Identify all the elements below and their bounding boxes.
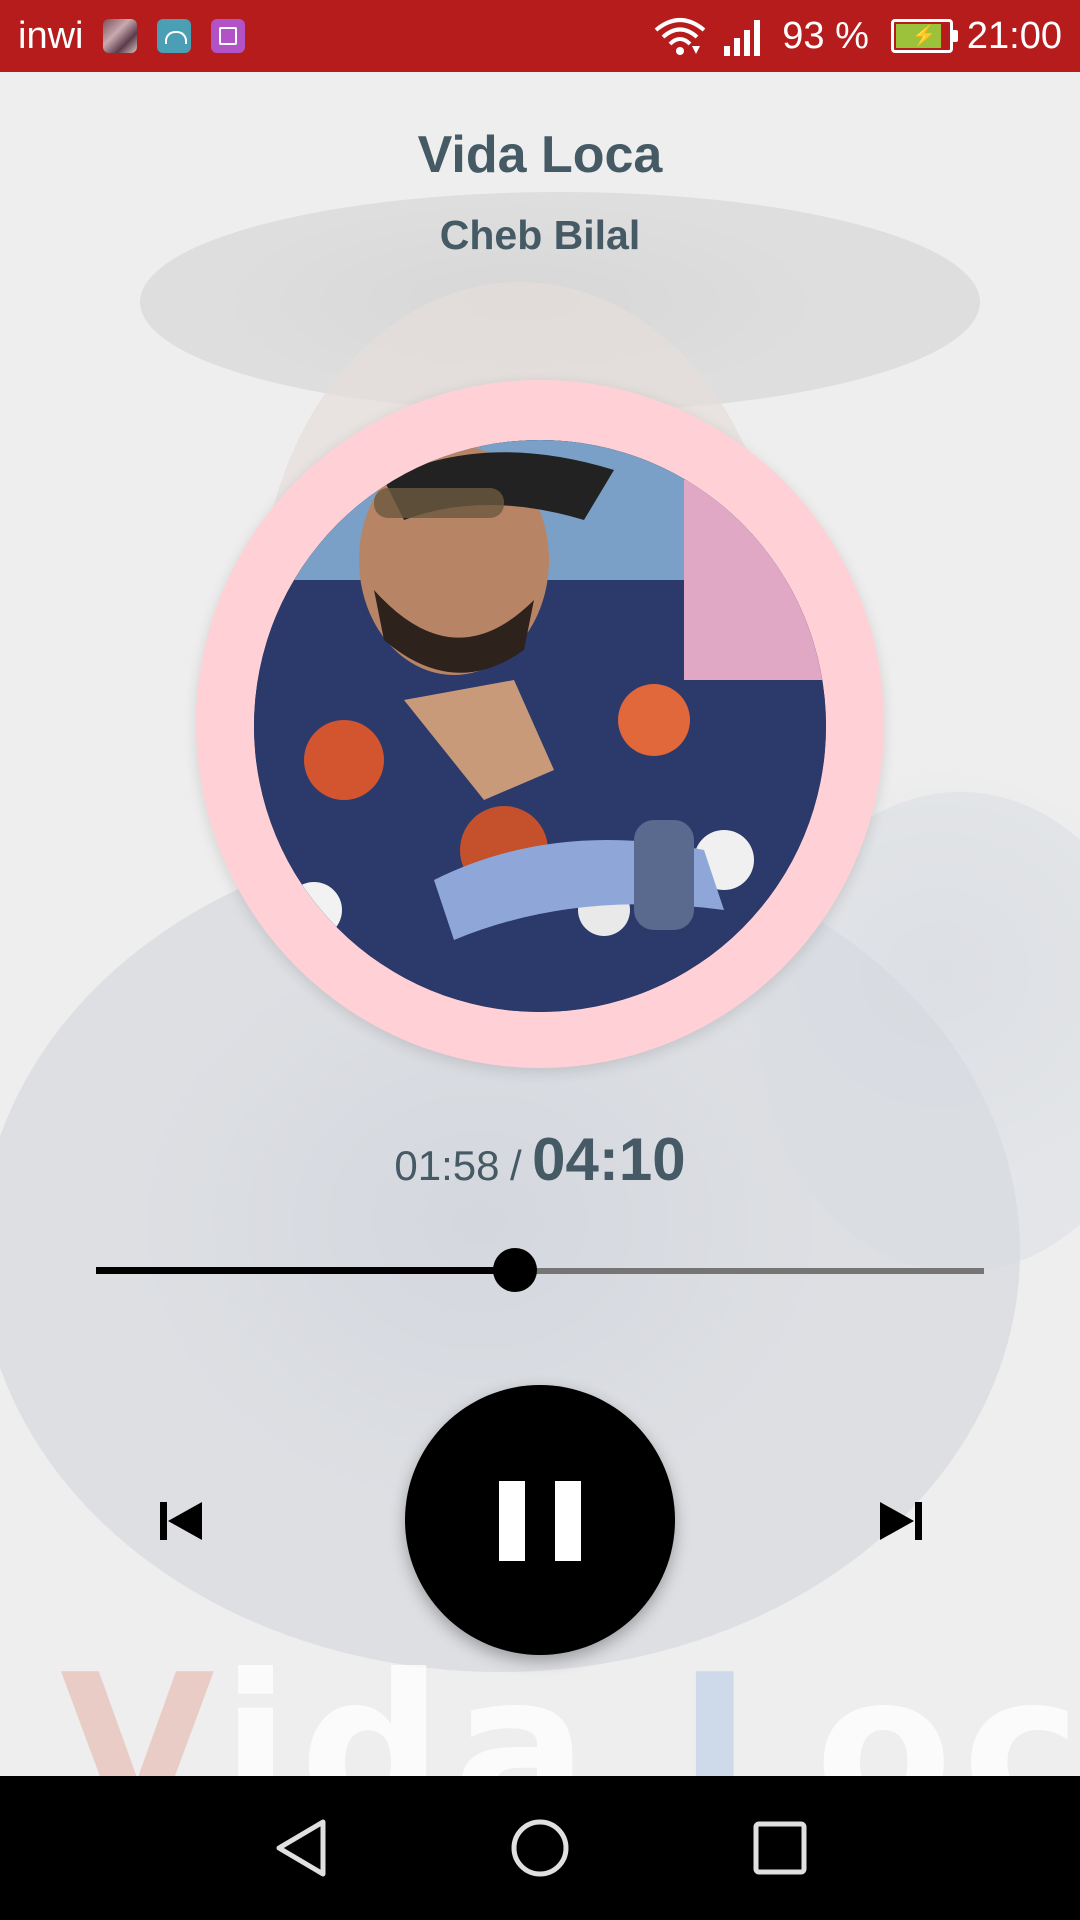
- artist-name: Cheb Bilal: [439, 212, 641, 258]
- clock: 21:00: [966, 14, 1062, 57]
- back-icon[interactable]: [265, 1812, 337, 1884]
- current-time: 01:58: [394, 1142, 500, 1189]
- time-separator: /: [509, 1142, 522, 1189]
- pause-icon-bar: [555, 1481, 581, 1561]
- status-indicators: 93 % ⚡ 21:00: [652, 15, 1062, 58]
- carrier-label: inwi: [18, 14, 84, 57]
- battery-charging-icon: ⚡: [890, 19, 958, 53]
- seek-thumb[interactable]: [493, 1248, 538, 1292]
- gallery-icon: [211, 19, 246, 53]
- skip-previous-icon[interactable]: [158, 1500, 204, 1542]
- time-display: 01:58 / 04:10: [0, 1125, 1080, 1194]
- skip-next-icon[interactable]: [878, 1500, 924, 1542]
- battery-percent: 93 %: [782, 14, 869, 57]
- total-time: 04:10: [532, 1126, 686, 1193]
- recents-icon[interactable]: [744, 1812, 816, 1884]
- seek-bar[interactable]: [96, 1248, 984, 1292]
- album-artwork: [254, 440, 826, 1012]
- android-icon: [157, 19, 192, 53]
- album-artwork-image: [254, 440, 826, 1012]
- status-bar: inwi 93 % ⚡ 21:00: [0, 0, 1080, 72]
- pause-icon: [499, 1481, 525, 1561]
- background-watermark: Vida Loca: [60, 1632, 1080, 1776]
- home-icon[interactable]: [504, 1812, 576, 1884]
- song-title: Vida Loca: [417, 126, 663, 184]
- pause-button[interactable]: [405, 1385, 675, 1655]
- navigation-bar: [0, 1776, 1080, 1920]
- wifi-icon: [655, 18, 706, 55]
- photo-icon: [103, 19, 138, 53]
- signal-icon: [724, 20, 761, 56]
- seek-progress: [96, 1267, 516, 1274]
